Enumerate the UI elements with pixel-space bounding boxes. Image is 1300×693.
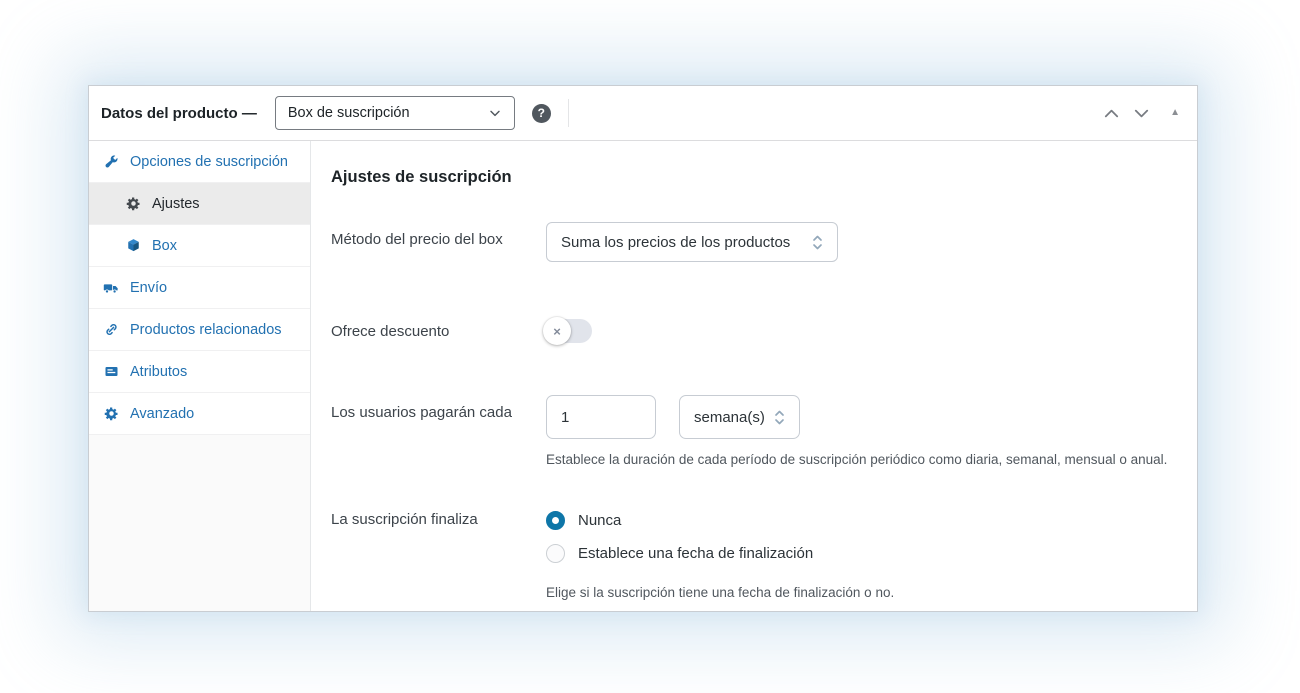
subscription-settings-panel: Ajustes de suscripción Método del precio… (311, 141, 1197, 611)
sidebar-item-label: Productos relacionados (130, 322, 282, 338)
discount-toggle[interactable]: × (546, 319, 592, 343)
sidebar-item-atributos[interactable]: Atributos (89, 351, 310, 393)
help-icon[interactable]: ? (532, 104, 551, 123)
interval-unit-value: semana(s) (694, 409, 765, 426)
price-method-select[interactable]: Suma los precios de los productos (546, 222, 838, 262)
link-icon (103, 322, 119, 338)
radio-checked-icon[interactable] (546, 511, 565, 530)
discount-row: Ofrece descuento × (331, 314, 1173, 343)
sidebar-item-label: Atributos (130, 364, 187, 380)
sidebar-item-label: Box (152, 238, 177, 254)
metabox-body: Opciones de suscripción Ajustes Box (89, 141, 1197, 611)
stepper-chevrons-icon (771, 409, 787, 425)
interval-number-input[interactable] (546, 395, 656, 439)
interval-unit-select[interactable]: semana(s) (679, 395, 800, 439)
product-type-value: Box de suscripción (288, 105, 410, 121)
sidebar-item-label: Envío (130, 280, 167, 296)
card-icon (103, 364, 119, 380)
help-glyph: ? (538, 106, 545, 120)
price-method-row: Método del precio del box Suma los preci… (331, 222, 1173, 262)
metabox-header: Datos del producto — Box de suscripción … (89, 86, 1197, 141)
gear-icon (103, 406, 119, 422)
discount-label: Ofrece descuento (331, 314, 546, 343)
price-method-value: Suma los precios de los productos (561, 234, 790, 251)
expiry-help-text: Elige si la suscripción tiene una fecha … (546, 585, 894, 600)
sidebar-item-avanzado[interactable]: Avanzado (89, 393, 310, 435)
radio-unchecked-icon[interactable] (546, 544, 565, 563)
page-title: Datos del producto — (101, 105, 257, 122)
stepper-chevrons-icon (809, 234, 825, 250)
cube-icon (125, 238, 141, 254)
wrench-icon (103, 154, 119, 170)
sidebar-item-ajustes[interactable]: Ajustes (89, 183, 310, 225)
sidebar-item-envio[interactable]: Envío (89, 267, 310, 309)
product-data-metabox: Datos del producto — Box de suscripción … (88, 85, 1198, 612)
expiry-option-never[interactable]: Nunca (546, 511, 894, 530)
chevron-down-icon (487, 105, 503, 121)
collapse-panel-icon[interactable]: ▲ (1170, 108, 1180, 118)
expiry-option-end-date[interactable]: Establece una fecha de finalización (546, 544, 894, 563)
gear-icon (125, 196, 141, 212)
move-up-icon[interactable] (1101, 103, 1121, 123)
expiry-row: La suscripción finaliza Nunca Establece … (331, 511, 1173, 600)
billing-interval-row: Los usuarios pagarán cada semana(s) (331, 395, 1173, 467)
price-method-label: Método del precio del box (331, 222, 546, 262)
header-divider (568, 99, 569, 127)
radio-label: Establece una fecha de finalización (578, 545, 813, 562)
sidebar-item-opciones-de-suscripcion[interactable]: Opciones de suscripción (89, 141, 310, 183)
sidebar-item-label: Avanzado (130, 406, 194, 422)
sidebar-item-productos-relacionados[interactable]: Productos relacionados (89, 309, 310, 351)
sidebar-item-box[interactable]: Box (89, 225, 310, 267)
expiry-label: La suscripción finaliza (331, 511, 546, 600)
billing-interval-label: Los usuarios pagarán cada (331, 395, 546, 467)
interval-help-text: Establece la duración de cada período de… (546, 452, 1167, 467)
product-type-select[interactable]: Box de suscripción (275, 96, 515, 130)
sidebar-item-label: Opciones de suscripción (130, 154, 288, 170)
toggle-x-glyph: × (553, 324, 561, 339)
toggle-knob-off-icon: × (543, 317, 571, 345)
sidebar-item-label: Ajustes (152, 196, 200, 212)
section-heading: Ajustes de suscripción (331, 168, 1173, 187)
radio-label: Nunca (578, 512, 621, 529)
move-down-icon[interactable] (1131, 103, 1151, 123)
truck-icon (103, 280, 119, 296)
product-data-tabs: Opciones de suscripción Ajustes Box (89, 141, 311, 611)
